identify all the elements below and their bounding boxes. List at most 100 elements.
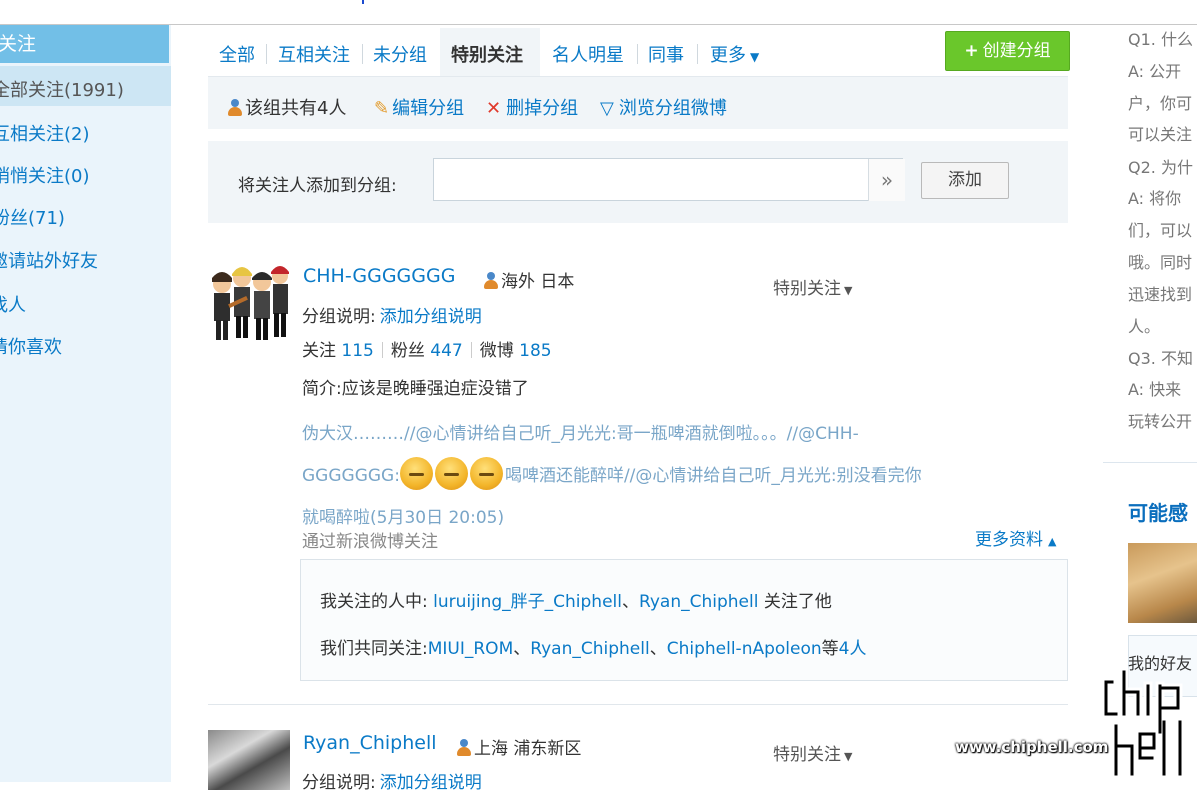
user-location: 上海 浦东新区 [457,734,581,759]
recommendation-thumbnail[interactable] [1128,543,1197,623]
latest-weibo[interactable]: 伪大汉………//@心情讲给自己听_月光光:哥一瓶啤酒就倒啦。。。//@CHH-G… [302,413,922,539]
member-count-label: 该组共有4人 [245,98,347,119]
browse-group-label: 浏览分组微博 [618,98,727,119]
fans-count[interactable]: 447 [430,341,462,361]
sidebar-item-find-people[interactable]: 找人 [0,291,26,317]
sidebar-header[interactable]: 关注 [0,25,169,63]
faq-line: 玩转公开 [1128,412,1193,431]
faq-line: Q3. 不知 [1128,349,1193,368]
emoji-icon [434,457,468,490]
user-name-link[interactable]: Ryan_Chiphell [303,732,437,754]
plus-icon: + [964,41,979,61]
caret-down-icon: ▼ [844,284,853,297]
weibo-label: 微博 [479,341,514,361]
sidebar-item-guess-you-like[interactable]: 猜你喜欢 [0,333,62,359]
browse-group-weibo-link[interactable]: ▽ 浏览分组微博 [600,94,727,120]
watermark-url: www.chiphell.com [955,738,1109,756]
group-desc-label: 分组说明: [302,773,376,793]
group-desc: 分组说明: 添加分组说明 [302,768,482,793]
mutual-follower-link[interactable]: Ryan_Chiphell [639,592,758,612]
common-follow-line: 我们共同关注:MIUI_ROM、Ryan_Chiphell、Chiphell-n… [320,639,867,659]
edit-group-link[interactable]: ✎ 编辑分组 [374,94,464,120]
faq-line: 哦。同时 [1128,253,1193,272]
add-to-group-input[interactable] [433,158,903,201]
top-bar [0,0,1197,25]
caret-up-icon: ▲ [1048,535,1057,548]
mutual-followers-label: 我关注的人中: [320,592,428,612]
faq-line: 们，可以 [1128,221,1193,240]
tab-mutual[interactable]: 互相关注 [278,41,350,67]
group-dropdown-label: 特别关注 [773,745,841,765]
follow-source: 通过新浪微博关注 [302,532,438,552]
sidebar-item-invite[interactable]: 邀请站外好友 [0,247,98,273]
tab-divider [362,44,363,64]
group-desc: 分组说明: 添加分组说明 [302,302,482,327]
sidebar-item-all-follows[interactable]: 全部关注(1991) [0,76,124,102]
mutual-info-box [300,559,1068,681]
tab-special-follow[interactable]: 特别关注 [451,41,523,67]
create-group-label: 创建分组 [982,41,1051,61]
mutual-followers-line: 我关注的人中: luruijing_胖子_Chiphell、Ryan_Chiph… [320,592,832,612]
common-follow-count-link[interactable]: 4人 [839,639,867,659]
edit-group-label: 编辑分组 [392,98,465,119]
pencil-icon: ✎ [374,98,390,119]
caret-down-icon: ▼ [750,50,760,64]
user-bio: 简介:应该是晚睡强迫症没错了 [302,379,529,399]
emoji-icon [399,457,433,490]
person-icon [457,739,471,756]
tab-divider [637,44,638,64]
user-avatar[interactable] [208,730,290,790]
user-location-text: 海外 日本 [501,272,575,292]
tab-more[interactable]: 更多 ▼ [710,41,759,67]
delete-group-link[interactable]: ✕ 删掉分组 [486,94,578,120]
faq-line: 人。 [1128,317,1161,336]
user-name-link[interactable]: CHH-GGGGGGG [303,265,455,287]
common-follow-link[interactable]: Ryan_Chiphell [530,639,649,659]
faq-line: 迅速找到 [1128,285,1193,304]
weibo-icon: ▽ [600,98,614,119]
more-info-label: 更多资料 [975,530,1043,550]
person-icon [484,272,498,289]
emoji-icon [469,457,503,490]
faq-line: A: 快来 [1128,380,1182,399]
right-divider [1103,462,1197,463]
faq-line: A: 公开 [1128,62,1182,81]
double-chevron-down-icon[interactable]: » [868,159,905,201]
tab-more-label: 更多 [710,45,746,66]
group-dropdown[interactable]: 特别关注 ▼ [773,740,852,765]
add-to-group-label: 将关注人添加到分组: [238,176,397,196]
user-avatar[interactable] [208,262,290,344]
sidebar-item-mutual[interactable]: 互相关注(2) [0,120,90,146]
member-count: 该组共有4人 [228,94,346,120]
group-dropdown[interactable]: 特别关注 ▼ [773,274,852,299]
common-follow-link[interactable]: MIUI_ROM [428,639,514,659]
tab-celebrities[interactable]: 名人明星 [552,41,624,67]
delete-x-icon: ✕ [486,98,502,119]
weibo-count[interactable]: 185 [519,341,551,361]
faq-line: 可以关注 [1128,125,1193,144]
caret-down-icon: ▼ [844,750,853,763]
following-count[interactable]: 115 [341,341,373,361]
user-divider [208,704,1068,705]
common-follow-label: 我们共同关注: [320,639,428,659]
user-stats: 关注 115 粉丝 447 微博 185 [302,336,552,361]
add-group-desc-link[interactable]: 添加分组说明 [380,773,482,793]
add-group-desc-link[interactable]: 添加分组说明 [380,307,482,327]
common-follow-link[interactable]: Chiphell-nApoleon [667,639,822,659]
sidebar-item-fans[interactable]: 粉丝(71) [0,204,65,230]
tab-all[interactable]: 全部 [219,41,255,67]
fans-label: 粉丝 [390,341,425,361]
top-bar-marker [362,0,364,4]
add-button[interactable]: 添加 [921,162,1009,199]
sidebar-item-quiet[interactable]: 悄悄关注(0) [0,162,90,188]
common-follow-suffix: 等 [821,639,839,659]
tab-divider [697,44,698,64]
more-info-toggle[interactable]: 更多资料 ▲ [975,525,1056,550]
tab-colleagues[interactable]: 同事 [648,41,684,67]
user-location: 海外 日本 [484,267,574,292]
faq-line: Q1. 什么 [1128,30,1193,49]
create-group-button[interactable]: + 创建分组 [945,31,1070,71]
stats-divider [470,342,472,358]
tab-ungrouped[interactable]: 未分组 [373,41,427,67]
mutual-follower-link[interactable]: luruijing_胖子_Chiphell [433,592,622,612]
